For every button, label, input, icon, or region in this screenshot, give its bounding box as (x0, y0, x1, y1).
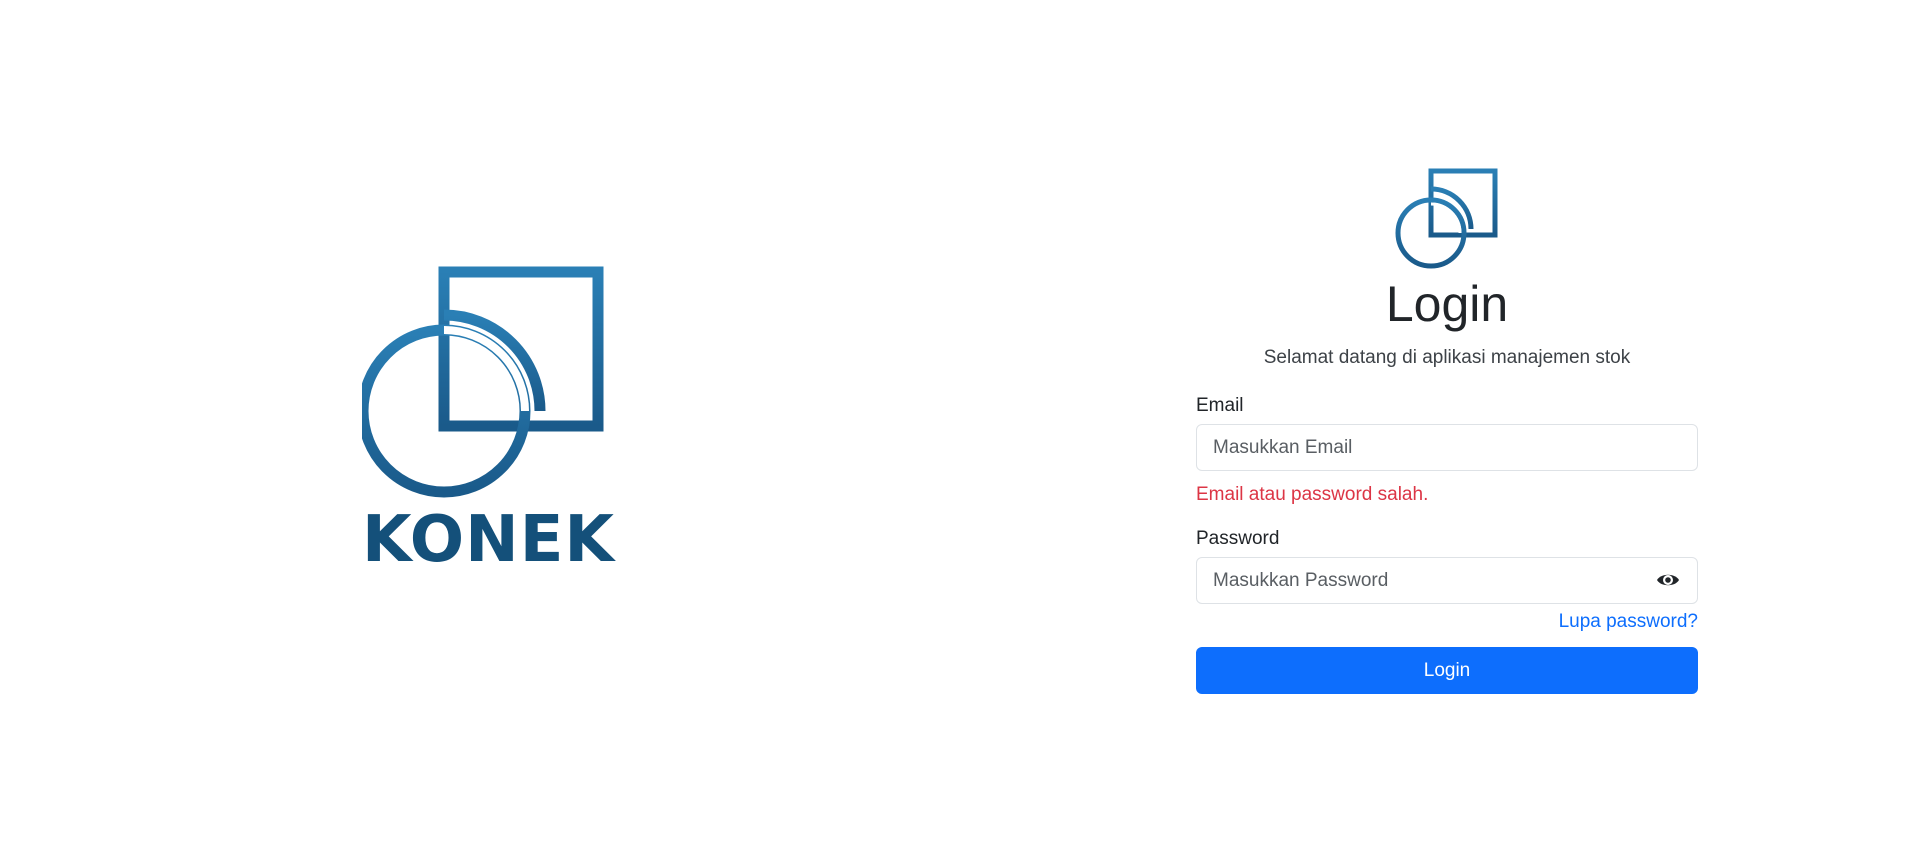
forgot-password-link[interactable]: Lupa password? (1559, 611, 1698, 632)
login-page: KONEK Login Selamat datang di aplikasi m… (0, 0, 1920, 847)
password-label: Password (1196, 528, 1280, 549)
forgot-password-row: Lupa password? (1196, 608, 1698, 637)
page-title: Login (1385, 276, 1509, 332)
email-field[interactable] (1196, 424, 1698, 471)
konek-logo-icon (362, 266, 604, 498)
password-field-wrapper (1196, 557, 1698, 604)
login-subtitle: Selamat datang di aplikasi manajemen sto… (1263, 347, 1631, 368)
login-error-message: Email atau password salah. (1196, 484, 1429, 505)
login-form: Login Selamat datang di aplikasi manajem… (1196, 166, 1698, 694)
konek-logo-icon (1395, 168, 1498, 269)
email-label: Email (1196, 395, 1244, 416)
brand-logo: KONEK (362, 266, 615, 577)
login-button[interactable]: Login (1196, 647, 1698, 694)
eye-icon[interactable] (1656, 570, 1680, 590)
brand-wordmark: KONEK (362, 503, 615, 577)
email-field-wrapper (1196, 424, 1698, 471)
password-field[interactable] (1196, 557, 1698, 604)
